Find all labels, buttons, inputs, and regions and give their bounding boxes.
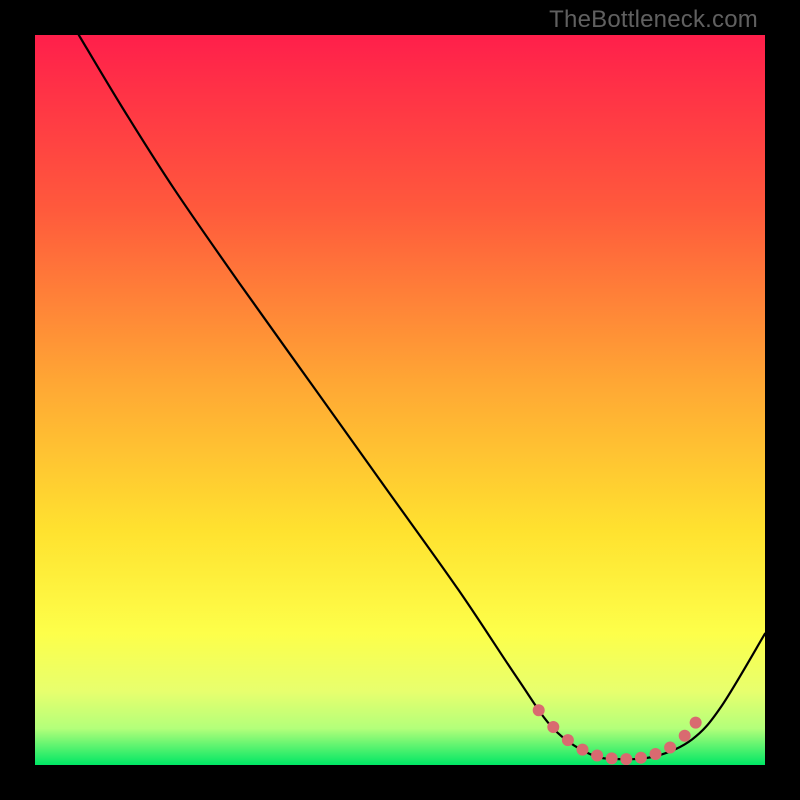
chart-svg [35, 35, 765, 765]
marker-dot [664, 741, 676, 753]
marker-dot [577, 744, 589, 756]
marker-dot [635, 752, 647, 764]
marker-dot [547, 721, 559, 733]
marker-dot [690, 717, 702, 729]
marker-dot [562, 734, 574, 746]
marker-dot [620, 753, 632, 765]
marker-dot [650, 748, 662, 760]
marker-dot [533, 704, 545, 716]
marker-dot [606, 752, 618, 764]
chart-frame [35, 35, 765, 765]
chart-plot-area [35, 35, 765, 765]
marker-dot [591, 750, 603, 762]
marker-dot [679, 730, 691, 742]
watermark-text: TheBottleneck.com [549, 6, 758, 34]
